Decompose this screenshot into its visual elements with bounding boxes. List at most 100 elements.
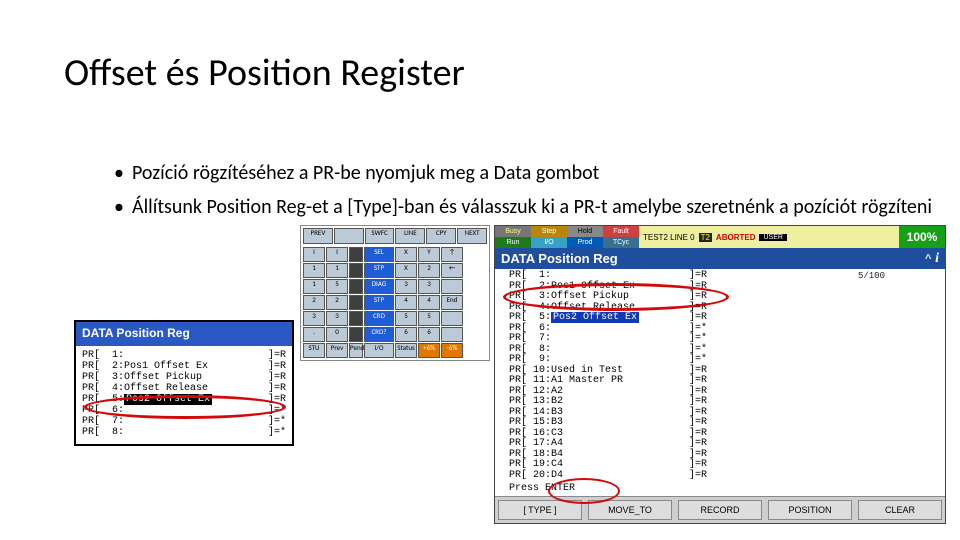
panel1-row: PR[ 5:Pos2 Offset Ex]=R: [82, 394, 286, 405]
keypad-button[interactable]: 1: [303, 263, 325, 278]
panel3-row[interactable]: PR[ 8:]=*: [509, 345, 945, 356]
keypad-button[interactable]: 6: [418, 327, 440, 342]
keypad-button[interactable]: 5: [395, 311, 417, 326]
panel3-count: 5/100: [858, 271, 885, 281]
panel3-list: 5/100 PR[ 1:]=RPR[ 2:Pos1 Offset Ex]=RPR…: [495, 269, 945, 496]
keypad-button[interactable]: DIAG: [364, 279, 394, 294]
keypad-button[interactable]: 3: [395, 279, 417, 294]
panel1-header: DATA Position Reg: [76, 322, 292, 346]
panel3-row[interactable]: PR[ 9:]=*: [509, 355, 945, 366]
status-labels2: Hold Fault Prod TCyc: [567, 226, 639, 248]
keypad-button[interactable]: [441, 279, 463, 294]
panel3-caret-info: ^ i: [925, 250, 939, 267]
status-labels: Busy Step Run I/O: [495, 226, 567, 248]
panel3-row[interactable]: PR[ 19:C4]=R: [509, 460, 945, 471]
keypad-button[interactable]: [349, 327, 363, 342]
softkey-moveto[interactable]: MOVE_TO: [588, 500, 672, 520]
keypad-button[interactable]: PREV: [303, 228, 333, 244]
keypad-button[interactable]: [349, 263, 363, 278]
keypad-button[interactable]: 2: [418, 263, 440, 278]
panel1-row: PR[ 4:Offset Release]=R: [82, 383, 286, 394]
keypad-button[interactable]: 1: [326, 263, 348, 278]
keypad-button[interactable]: 4: [418, 295, 440, 310]
panel3-row[interactable]: PR[ 5:Pos2 Offset Ex]=R: [509, 313, 945, 324]
keypad-button[interactable]: 1: [303, 279, 325, 294]
keypad-button[interactable]: SEL: [364, 247, 394, 262]
keypad-button[interactable]: STU: [303, 343, 325, 358]
keypad-button[interactable]: CPY: [426, 228, 456, 244]
keypad-button[interactable]: I/O: [364, 343, 394, 358]
keypad-button[interactable]: 3: [303, 311, 325, 326]
panel3-row[interactable]: PR[ 15:B3]=R: [509, 418, 945, 429]
keypad-button[interactable]: -6%: [441, 343, 463, 358]
panel-jog-keypad: PREVSWFCLINECPYNEXT IISELXY↑11STPX2←15DI…: [300, 225, 490, 361]
keypad-button[interactable]: Y: [418, 247, 440, 262]
panel3-row[interactable]: PR[ 6:]=*: [509, 324, 945, 335]
keypad-button[interactable]: [441, 327, 463, 342]
status-hold: Hold: [567, 226, 603, 237]
keypad-button[interactable]: I: [326, 247, 348, 262]
status-fault: Fault: [603, 226, 639, 237]
panel3-titlebar: DATA Position Reg ^ i: [495, 248, 945, 269]
slide: Offset és Position Register Pozíció rögz…: [0, 0, 960, 540]
caret-icon: ^: [925, 253, 931, 265]
keypad-button[interactable]: STP: [364, 295, 394, 310]
keypad-button[interactable]: ←: [441, 263, 463, 278]
keypad-button[interactable]: [349, 311, 363, 326]
keypad-button[interactable]: CRD: [364, 311, 394, 326]
status-prod: Prod: [567, 237, 603, 248]
keypad-button[interactable]: 3: [326, 311, 348, 326]
panel3-row[interactable]: PR[ 12:A2]=R: [509, 387, 945, 398]
keypad-button[interactable]: 0: [326, 327, 348, 342]
keypad-button[interactable]: CRD?: [364, 327, 394, 342]
keypad-button[interactable]: X: [395, 247, 417, 262]
keypad-button[interactable]: STP: [364, 263, 394, 278]
panel3-row[interactable]: PR[ 17:A4]=R: [509, 439, 945, 450]
softkey-clear[interactable]: CLEAR: [858, 500, 942, 520]
keypad-button[interactable]: End: [441, 295, 463, 310]
panel-small-position-reg: DATA Position Reg PR[ 1:]=RPR[ 2:Pos1 Of…: [74, 320, 294, 446]
panel1-row: PR[ 2:Pos1 Offset Ex]=R: [82, 361, 286, 372]
keypad-button[interactable]: [334, 228, 364, 244]
softkey-position[interactable]: POSITION: [768, 500, 852, 520]
keypad-button[interactable]: +6%: [418, 343, 440, 358]
panel1-row: PR[ 3:Offset Pickup]=R: [82, 372, 286, 383]
keypad-button[interactable]: 2: [303, 295, 325, 310]
keypad-button[interactable]: Pendt: [349, 343, 363, 358]
keypad-button[interactable]: 6: [395, 327, 417, 342]
panel3-row[interactable]: PR[ 7:]=*: [509, 334, 945, 345]
keypad-button[interactable]: [349, 247, 363, 262]
panel1-row: PR[ 8:]=*: [82, 427, 286, 438]
keypad-button[interactable]: 5: [326, 279, 348, 294]
keypad-button[interactable]: 4: [395, 295, 417, 310]
panel-pendant-data-reg: Busy Step Run I/O Hold Fault Prod TCyc T…: [494, 225, 946, 524]
keypad-button[interactable]: X: [395, 263, 417, 278]
panel3-row[interactable]: PR[ 13:B2]=R: [509, 397, 945, 408]
info-icon: i: [935, 251, 939, 266]
keypad-button[interactable]: 2: [326, 295, 348, 310]
panel3-row[interactable]: PR[ 16:C3]=R: [509, 429, 945, 440]
keypad-button[interactable]: Prev: [326, 343, 348, 358]
keypad-button[interactable]: .: [303, 327, 325, 342]
keypad-button[interactable]: LINE: [395, 228, 425, 244]
panel3-row[interactable]: PR[ 14:B3]=R: [509, 408, 945, 419]
softkey-type[interactable]: [ TYPE ]: [498, 500, 582, 520]
keypad-button[interactable]: [441, 311, 463, 326]
keypad-button[interactable]: ↑: [441, 247, 463, 262]
keypad-button[interactable]: 3: [418, 279, 440, 294]
status-busy: Busy: [495, 226, 531, 237]
softkey-record[interactable]: RECORD: [678, 500, 762, 520]
panel3-row[interactable]: PR[ 18:B4]=R: [509, 450, 945, 461]
keypad-button[interactable]: [349, 279, 363, 294]
keypad-button[interactable]: NEXT: [457, 228, 487, 244]
slide-title: Offset és Position Register: [64, 50, 465, 96]
keypad-button[interactable]: 5: [418, 311, 440, 326]
panel3-row[interactable]: PR[ 20:D4]=R: [509, 471, 945, 482]
keypad-button[interactable]: Status: [395, 343, 417, 358]
keypad-button[interactable]: I: [303, 247, 325, 262]
status-run: Run: [495, 237, 531, 248]
keypad-button[interactable]: SWFC: [365, 228, 395, 244]
keypad-button[interactable]: [349, 295, 363, 310]
panel3-row[interactable]: PR[ 3:Offset Pickup]=R: [509, 292, 945, 303]
panel3-row[interactable]: PR[ 11:A1 Master PR]=R: [509, 376, 945, 387]
